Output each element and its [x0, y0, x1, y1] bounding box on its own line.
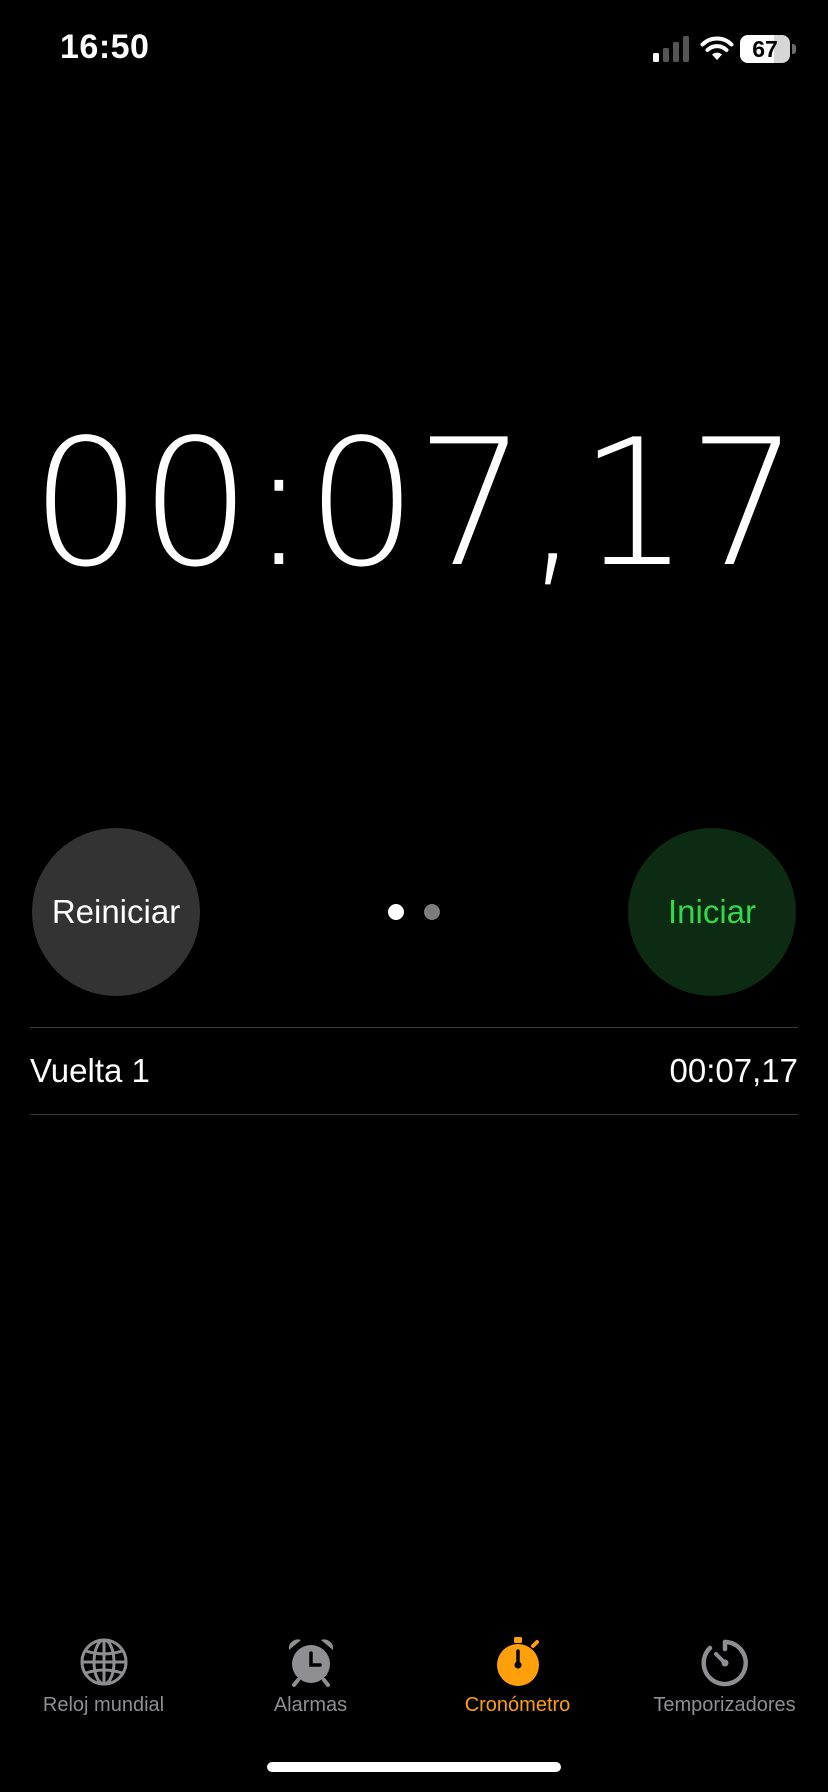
status-bar: 16:50 67 — [0, 0, 828, 100]
lap-label: Vuelta 1 — [30, 1052, 150, 1089]
page-indicator[interactable] — [388, 904, 440, 920]
tab-world-clock-label: Reloj mundial — [42, 1694, 165, 1716]
home-indicator[interactable] — [267, 1762, 561, 1772]
tab-alarms-label: Alarmas — [273, 1694, 348, 1716]
alarm-clock-icon — [288, 1639, 333, 1687]
tab-bar: Reloj mundial Alarmas Cronómetro Tempori… — [0, 1630, 828, 1730]
battery-level: 67 — [752, 36, 778, 62]
tab-world-clock[interactable]: Reloj mundial — [0, 1630, 207, 1730]
tab-stopwatch[interactable]: Cronómetro — [414, 1630, 621, 1730]
stopwatch-display: 00:07,17 — [30, 403, 800, 606]
battery-icon: 67 — [740, 35, 790, 63]
tab-stopwatch-label: Cronómetro — [464, 1694, 571, 1716]
status-time: 16:50 — [60, 28, 150, 66]
battery-nub — [792, 44, 796, 54]
tab-alarms[interactable]: Alarmas — [207, 1630, 414, 1730]
lap-time: 00:07,17 — [669, 1052, 798, 1089]
start-button-label: Iniciar — [667, 893, 757, 930]
reset-button[interactable]: Reiniciar — [32, 828, 200, 996]
tab-timers[interactable]: Temporizadores — [621, 1630, 828, 1730]
start-button[interactable]: Iniciar — [628, 828, 796, 996]
lap-row: Vuelta 1 00:07,17 — [30, 1028, 798, 1114]
tab-timers-label: Temporizadores — [653, 1694, 796, 1716]
cellular-signal-icon — [653, 36, 689, 62]
reset-button-label: Reiniciar — [51, 893, 181, 930]
timer-icon — [701, 1639, 748, 1687]
page-dot-1[interactable] — [388, 904, 404, 920]
wifi-icon — [700, 36, 734, 60]
page-dot-2[interactable] — [424, 904, 440, 920]
lap-divider-bottom — [30, 1114, 798, 1115]
stopwatch-icon — [496, 1637, 539, 1686]
globe-icon — [80, 1638, 127, 1686]
